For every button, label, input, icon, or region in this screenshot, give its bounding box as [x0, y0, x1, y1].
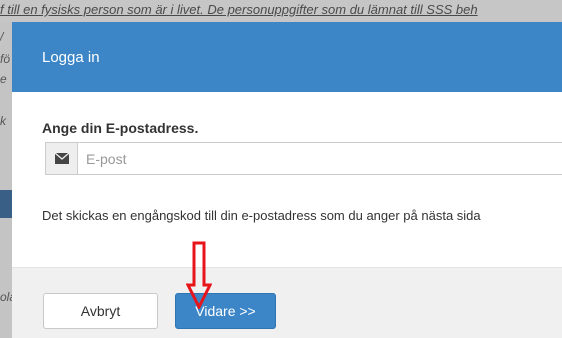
background-fragment: /	[0, 30, 4, 44]
modal-header: Logga in	[12, 22, 562, 92]
envelope-icon	[46, 143, 78, 174]
modal-body: Ange din E-postadress. Det skickas en en…	[12, 92, 562, 267]
background-text: f till en fysisks person som är i livet.…	[0, 0, 562, 22]
down-arrow-annotation-icon	[186, 241, 212, 309]
email-label: Ange din E-postadress.	[42, 120, 199, 136]
background-fragment: k	[0, 114, 6, 128]
info-text: Det skickas en engångskod till din e-pos…	[42, 208, 481, 223]
modal-footer: Avbryt Vidare >>	[12, 267, 562, 338]
background-fragment: e	[0, 72, 7, 86]
cancel-button[interactable]: Avbryt	[43, 293, 158, 329]
background-blue-bar	[0, 190, 12, 218]
email-input-group	[45, 142, 562, 175]
modal-title: Logga in	[42, 48, 100, 66]
login-modal: Logga in Ange din E-postadress. Det skic…	[12, 22, 562, 338]
background-fragment: fö	[0, 52, 11, 66]
email-input[interactable]	[78, 143, 562, 174]
